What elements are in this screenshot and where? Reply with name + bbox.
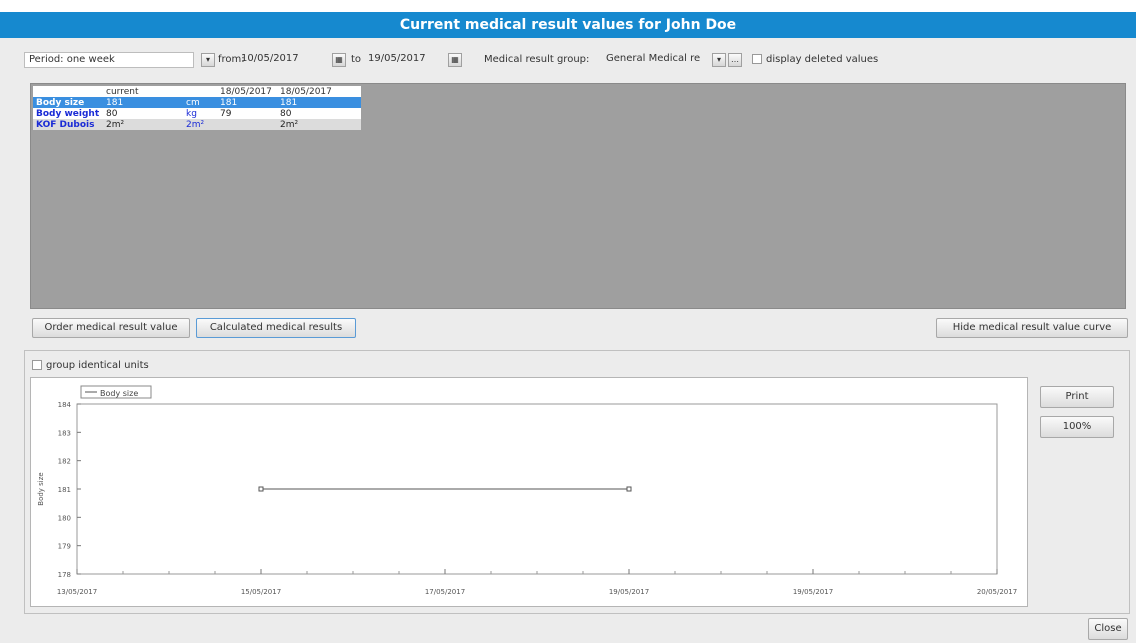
row-value: 181 <box>217 97 277 108</box>
display-deleted-checkbox[interactable] <box>752 54 762 64</box>
data-point <box>626 486 632 492</box>
line-chart: Body size 184 183 182 181 180 179 178 Body size 1… <box>37 385 1017 596</box>
row-unit: cm <box>183 97 217 108</box>
x-tick-label: 19/05/2017 <box>609 588 649 596</box>
x-tick-label: 13/05/2017 <box>57 588 97 596</box>
y-tick-label: 182 <box>58 458 71 466</box>
row-value: 79 <box>220 108 232 119</box>
y-tick-label: 179 <box>58 543 71 551</box>
x-tick-label: 15/05/2017 <box>241 588 281 596</box>
row-name: Body weight <box>36 108 100 119</box>
legend-label: Body size <box>100 389 138 398</box>
table-row[interactable]: Body weight 80 kg 79 80 <box>33 108 361 119</box>
y-tick-label: 180 <box>58 514 71 522</box>
from-calendar-icon[interactable]: ▦ <box>332 53 346 67</box>
order-medical-result-button[interactable]: Order medical result value <box>32 318 190 338</box>
group-dropdown-icon[interactable]: ▾ <box>712 53 726 67</box>
group-units-checkbox[interactable] <box>32 360 42 370</box>
results-grid-area: current 18/05/2017 18/05/2017 Body size … <box>30 83 1126 309</box>
data-point <box>258 486 264 492</box>
period-dropdown-icon[interactable]: ▾ <box>201 53 215 67</box>
display-deleted-label: display deleted values <box>766 54 879 65</box>
table-header: current 18/05/2017 18/05/2017 <box>33 86 361 97</box>
period-select[interactable]: Period: one week <box>24 52 194 68</box>
row-name: KOF Dubois <box>33 119 103 130</box>
calculated-medical-results-button[interactable]: Calculated medical results <box>196 318 356 338</box>
row-current: 181 <box>103 97 183 108</box>
group-units-label: group identical units <box>46 360 149 371</box>
row-current: 80 <box>106 108 118 119</box>
header-cell <box>33 86 103 97</box>
print-button[interactable]: Print <box>1040 386 1114 408</box>
zoom-button[interactable]: 100% <box>1040 416 1114 438</box>
header-cell: 18/05/2017 <box>217 86 277 97</box>
row-value: 80 <box>280 108 292 119</box>
row-name: Body size <box>33 97 103 108</box>
y-tick-label: 178 <box>58 571 71 579</box>
top-strip <box>0 0 1136 12</box>
table-row[interactable]: Body size 181 cm 181 181 <box>33 97 361 108</box>
row-unit: kg <box>186 108 197 119</box>
row-value: 2m² <box>277 119 361 130</box>
row-current: 2m² <box>103 119 183 130</box>
x-tick-label: 17/05/2017 <box>425 588 465 596</box>
y-tick-label: 183 <box>58 429 71 437</box>
to-calendar-icon[interactable]: ▦ <box>448 53 462 67</box>
hide-curve-button[interactable]: Hide medical result value curve <box>936 318 1128 338</box>
x-tick-label: 19/05/2017 <box>793 588 833 596</box>
header-cell <box>183 86 217 97</box>
y-tick-label: 181 <box>58 486 71 494</box>
chart-panel: Body size 184 183 182 181 180 179 178 Body size 1… <box>30 377 1028 607</box>
to-date-field[interactable]: 19/05/2017 <box>364 52 444 68</box>
group-label: Medical result group: <box>484 54 590 65</box>
close-button[interactable]: Close <box>1088 618 1128 640</box>
table-row[interactable]: KOF Dubois 2m² 2m² 2m² <box>33 119 361 130</box>
row-value <box>217 119 277 130</box>
x-tick-label: 20/05/2017 <box>977 588 1017 596</box>
window-title: Current medical result values for John D… <box>0 12 1136 38</box>
group-browse-icon[interactable]: … <box>728 53 742 67</box>
row-unit: 2m² <box>183 119 217 130</box>
group-select[interactable]: General Medical re <box>602 52 710 68</box>
to-label: to <box>351 54 362 65</box>
results-table: current 18/05/2017 18/05/2017 Body size … <box>33 86 361 130</box>
from-date-field[interactable]: 10/05/2017 <box>237 52 327 68</box>
row-value: 181 <box>277 97 361 108</box>
y-tick-label: 184 <box>58 401 72 409</box>
y-axis-label: Body size <box>37 472 45 505</box>
header-cell: current <box>103 86 183 97</box>
header-cell: 18/05/2017 <box>277 86 361 97</box>
